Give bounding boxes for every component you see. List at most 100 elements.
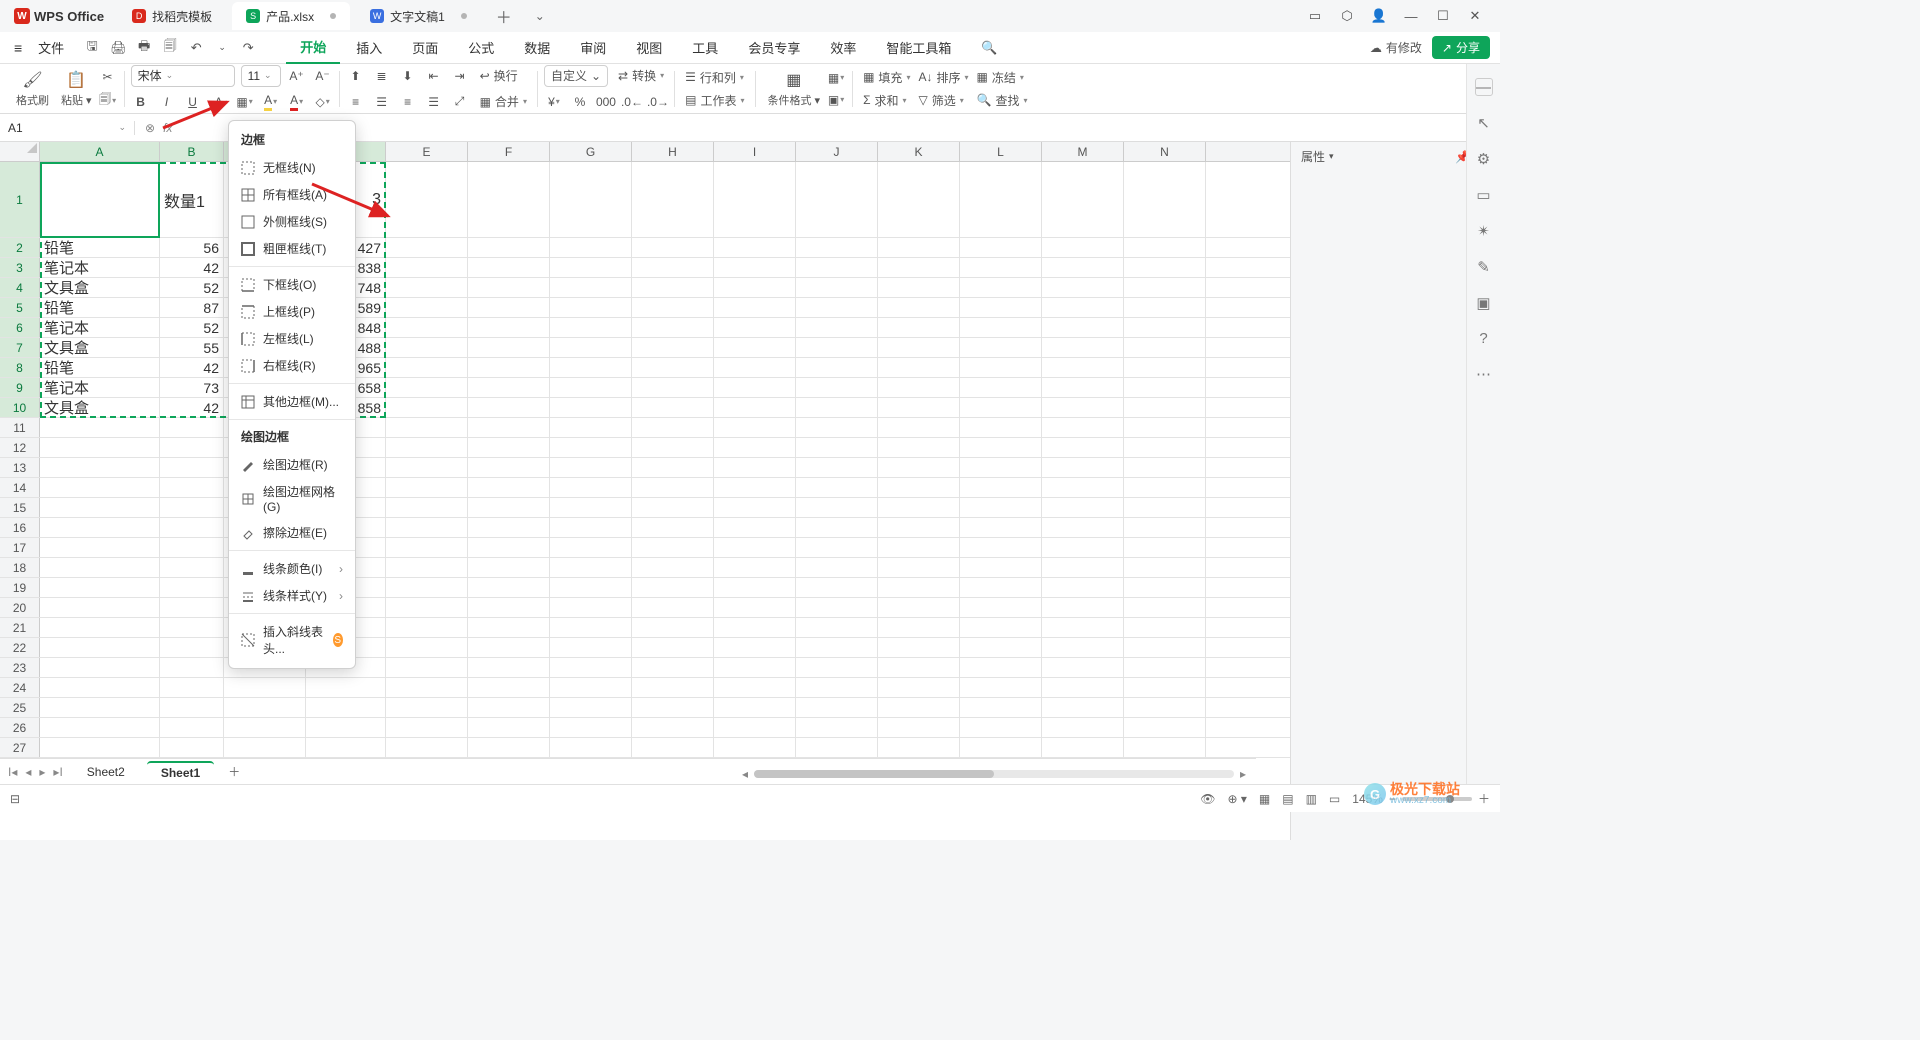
cell[interactable] [160,658,224,677]
cell[interactable] [632,538,714,557]
cell[interactable] [878,558,960,577]
cond-format-group[interactable]: ▦ 条件格式 ▾ [762,64,827,113]
properties-caret-icon[interactable]: ▾ [1329,151,1334,162]
cell[interactable] [1124,498,1206,517]
cell[interactable] [468,498,550,517]
cell[interactable]: 42 [160,398,224,417]
row-header[interactable]: 9 [0,378,40,397]
cell[interactable] [468,658,550,677]
cell[interactable] [632,718,714,737]
cell[interactable] [796,658,878,677]
row-header[interactable]: 2 [0,238,40,257]
more-icon[interactable]: ⋯ [1476,365,1491,383]
record-mode-icon[interactable]: ⊟ [10,792,20,806]
row-header[interactable]: 23 [0,658,40,677]
cell[interactable] [40,518,160,537]
cell[interactable] [468,258,550,277]
cell[interactable] [386,658,468,677]
collapse-icon[interactable]: — [1475,78,1493,96]
cell[interactable] [796,618,878,637]
row-header[interactable]: 11 [0,418,40,437]
row-header[interactable]: 25 [0,698,40,717]
cell[interactable] [632,398,714,417]
row-header[interactable]: 3 [0,258,40,277]
box-icon[interactable]: ⬡ [1338,8,1356,24]
cell[interactable] [960,418,1042,437]
cell[interactable] [468,678,550,697]
cell[interactable] [1042,278,1124,297]
cell[interactable] [1042,318,1124,337]
cell[interactable] [160,638,224,657]
row-header[interactable]: 12 [0,438,40,457]
minimize-icon[interactable]: — [1402,9,1420,24]
row-header[interactable]: 22 [0,638,40,657]
cell[interactable] [224,718,306,737]
cell[interactable]: 52 [160,278,224,297]
cell[interactable] [160,458,224,477]
cell[interactable] [468,538,550,557]
tool-icon[interactable]: ✎ [1477,258,1490,276]
cell[interactable] [714,418,796,437]
cell[interactable] [1042,378,1124,397]
cell[interactable] [386,458,468,477]
cell[interactable] [714,162,796,237]
menu-data[interactable]: 数据 [510,32,564,64]
cell[interactable] [1124,658,1206,677]
cell[interactable] [1124,698,1206,717]
cell[interactable] [160,718,224,737]
cell[interactable] [468,278,550,297]
select-tool-icon[interactable]: ↖ [1477,114,1490,132]
cell[interactable] [468,238,550,257]
cell-styles-icon[interactable]: ▦▾ [826,68,846,88]
cell[interactable] [796,318,878,337]
cell[interactable] [796,698,878,717]
cell[interactable] [714,378,796,397]
cell[interactable] [40,438,160,457]
border-menu-item[interactable]: 右框线(R) [229,352,355,379]
row-header[interactable]: 15 [0,498,40,517]
cell[interactable] [632,638,714,657]
cell[interactable] [960,578,1042,597]
cloud-status[interactable]: ☁ 有修改 [1370,39,1422,56]
cell[interactable] [960,658,1042,677]
cell[interactable] [224,738,306,757]
view-read-icon[interactable]: ▭ [1329,792,1340,806]
cell[interactable] [878,338,960,357]
menu-formula[interactable]: 公式 [454,32,508,64]
cell[interactable] [632,418,714,437]
print-icon[interactable]: 🖶 [136,37,152,59]
cell[interactable] [468,418,550,437]
col-header-K[interactable]: K [878,142,960,161]
col-header-G[interactable]: G [550,142,632,161]
cell[interactable] [550,398,632,417]
border-menu-item[interactable]: 左框线(L) [229,325,355,352]
menu-tools[interactable]: 工具 [678,32,732,64]
cell[interactable] [878,238,960,257]
cell[interactable] [632,478,714,497]
cell[interactable] [796,338,878,357]
cell[interactable] [714,398,796,417]
cell[interactable] [306,678,386,697]
cell[interactable] [632,458,714,477]
cell[interactable] [714,738,796,757]
cell[interactable] [386,498,468,517]
cell[interactable]: 铅笔 [40,298,160,317]
cell[interactable] [386,538,468,557]
cell[interactable] [468,738,550,757]
cell[interactable] [550,658,632,677]
cell[interactable] [796,518,878,537]
cell[interactable] [386,558,468,577]
copy-icon[interactable]: 🗐▾ [98,91,118,111]
row-header[interactable]: 6 [0,318,40,337]
cell[interactable] [386,618,468,637]
cell[interactable] [386,258,468,277]
increase-decimal-icon[interactable]: .0← [622,92,642,112]
col-header-L[interactable]: L [960,142,1042,161]
row-header[interactable]: 5 [0,298,40,317]
cell[interactable] [714,458,796,477]
cell[interactable] [550,162,632,237]
cell[interactable] [468,338,550,357]
border-menu-item[interactable]: 绘图边框(R) [229,451,355,478]
cell[interactable] [468,518,550,537]
search-icon[interactable]: 🔍 [967,32,1011,64]
